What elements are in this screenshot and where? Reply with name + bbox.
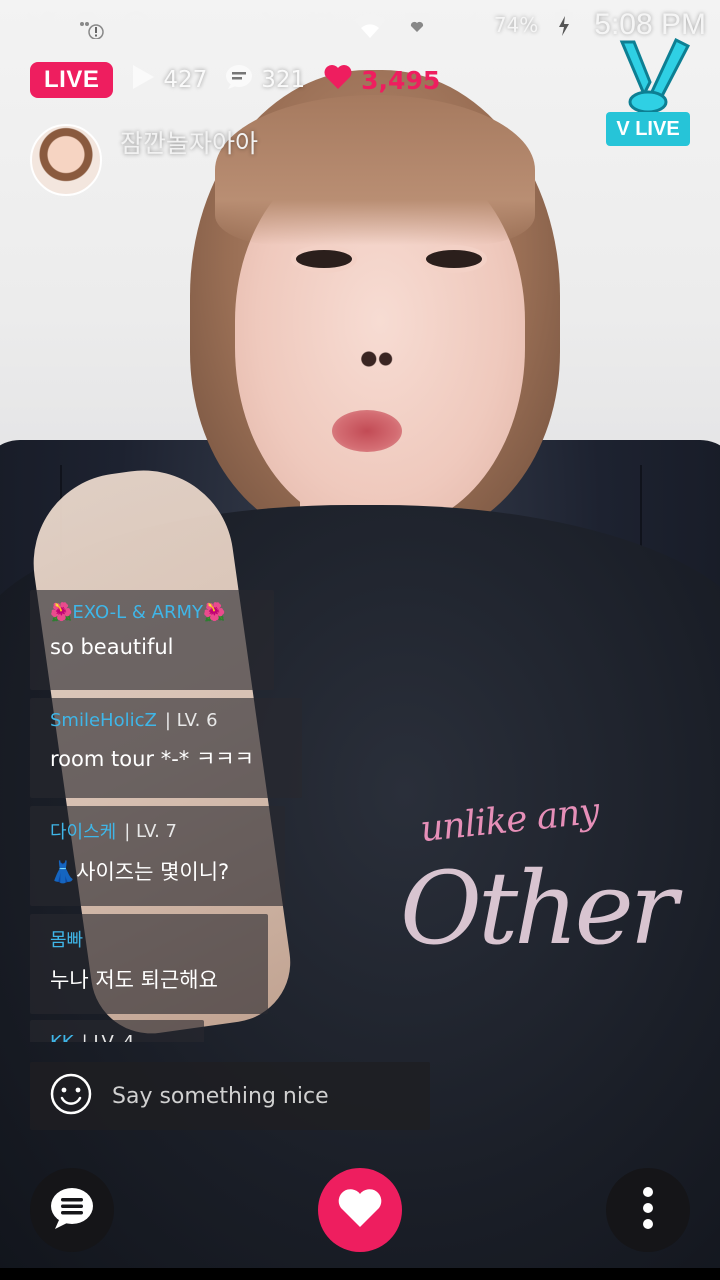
mute-icon xyxy=(262,11,290,39)
like-count-value: 3,495 xyxy=(361,65,441,95)
channel-info[interactable]: 잠깐놀자아아 xyxy=(30,124,258,196)
heart-icon xyxy=(336,1187,384,1233)
video-lips xyxy=(332,410,402,452)
battery-charging-icon xyxy=(554,9,574,41)
wifi-icon xyxy=(352,10,388,40)
play-icon xyxy=(131,64,155,96)
comment-count: 321 xyxy=(225,64,305,96)
chat-feed[interactable]: 🌺EXO-L & ARMY🌺 so beautiful SmileHolicZ … xyxy=(30,590,330,1042)
chat-text: so beautiful xyxy=(50,635,174,659)
chat-list-icon xyxy=(49,1186,95,1234)
chat-message: 다이스케 | LV. 7 👗사이즈는 몇이니? xyxy=(30,806,285,906)
chat-username[interactable]: 몸빠 xyxy=(50,926,248,952)
heart-icon xyxy=(323,64,353,96)
chat-message: KK | LV. 4 xyxy=(30,1020,204,1042)
like-count: 3,495 xyxy=(323,64,440,96)
channel-name[interactable]: 잠깐놀자아아 xyxy=(120,124,258,160)
comment-bubble-icon xyxy=(225,64,253,96)
view-count-value: 427 xyxy=(163,67,208,93)
emoji-icon[interactable] xyxy=(50,1073,92,1119)
status-bar-notifications xyxy=(26,11,152,39)
chat-level: | LV. 4 xyxy=(82,1032,135,1042)
notification-icon xyxy=(404,12,430,38)
chat-header: KK | LV. 4 xyxy=(50,1032,184,1042)
chat-username[interactable]: 🌺EXO-L & ARMY🌺 xyxy=(50,602,254,623)
like-button[interactable] xyxy=(318,1168,402,1252)
video-eye-right xyxy=(426,250,482,268)
chat-message: SmileHolicZ | LV. 6 room tour *-* ㅋㅋㅋ xyxy=(30,698,302,798)
signal-icon xyxy=(446,10,478,40)
more-vertical-icon xyxy=(642,1186,654,1234)
comment-input[interactable] xyxy=(110,1082,414,1110)
alarm-icon xyxy=(306,10,336,40)
live-badge: LIVE xyxy=(30,62,114,98)
battery-percent: 74% xyxy=(493,13,539,37)
vlive-logo-text: V LIVE xyxy=(606,112,690,146)
video-eye-left xyxy=(296,250,352,268)
chat-level: | LV. 6 xyxy=(164,710,218,731)
chat-alert-icon xyxy=(74,11,104,39)
chat-message: 몸빠 누나 저도 퇴근해요 xyxy=(30,914,268,1014)
video-nose xyxy=(352,348,400,370)
chat-username[interactable]: KK xyxy=(50,1032,74,1042)
chat-level: | LV. 7 xyxy=(124,820,177,842)
shirt-print-main: Other xyxy=(400,850,678,967)
comment-count-value: 321 xyxy=(261,67,306,93)
twitter-icon xyxy=(26,11,58,39)
bottom-edge xyxy=(0,1268,720,1280)
chat-header: SmileHolicZ | LV. 6 xyxy=(50,710,282,731)
more-options-button[interactable] xyxy=(606,1168,690,1252)
comment-box[interactable] xyxy=(30,1062,430,1130)
view-count: 427 xyxy=(131,64,207,96)
chat-message: 🌺EXO-L & ARMY🌺 so beautiful xyxy=(30,590,274,690)
chat-text: 누나 저도 퇴근해요 xyxy=(50,968,218,992)
chat-username[interactable]: SmileHolicZ xyxy=(50,710,157,731)
headset-icon xyxy=(120,11,152,39)
chat-toggle-button[interactable] xyxy=(30,1168,114,1252)
chat-text: room tour *-* ㅋㅋㅋ xyxy=(50,747,254,771)
chat-header: 다이스케 | LV. 7 xyxy=(50,818,265,844)
chat-text: 👗사이즈는 몇이니? xyxy=(50,860,230,884)
chat-username[interactable]: 다이스케 xyxy=(50,818,116,844)
video-bangs xyxy=(215,95,535,245)
live-stats: LIVE 427 321 3,495 xyxy=(30,62,440,98)
channel-avatar[interactable] xyxy=(30,124,102,196)
